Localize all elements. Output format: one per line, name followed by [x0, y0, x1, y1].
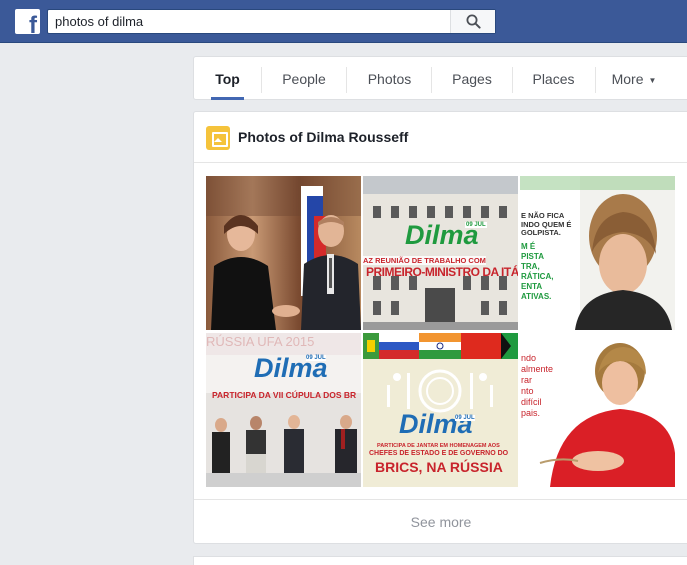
banner-caption: PARTICIPA DA VII CÚPULA DOS BR	[212, 390, 357, 400]
see-more-link[interactable]: See more	[194, 500, 687, 544]
card-header: Photos of Dilma Rousseff	[194, 112, 687, 163]
search-box	[47, 9, 496, 34]
tab-divider	[346, 67, 347, 93]
tab-photos[interactable]: Photos	[360, 57, 419, 100]
caption-line: ndo	[521, 353, 537, 363]
tab-label: Places	[532, 71, 575, 87]
caption-line: ENTA	[521, 282, 543, 291]
caption-line: almente	[521, 364, 554, 374]
caption-line: ATIVAS.	[521, 292, 552, 301]
tab-label: Photos	[367, 71, 412, 87]
photo-caption: RÚSSIA UFA 2015	[206, 334, 315, 349]
caption-line: difícil	[521, 397, 542, 407]
tab-more[interactable]: More ▼	[606, 57, 662, 100]
next-result-card	[193, 556, 687, 565]
tab-divider	[595, 67, 596, 93]
caption-line: TRA,	[521, 262, 540, 271]
tab-top[interactable]: Top	[211, 57, 244, 100]
date-badge: 09 JUL	[455, 415, 475, 421]
photo-thumbnail[interactable]: ndo almente rar nto difícil pais.	[520, 333, 675, 487]
photo-thumbnail[interactable]: RÚSSIA UFA 2015 Dilma 09 JUL PARTICIPA D…	[206, 333, 361, 487]
tab-divider	[261, 67, 262, 93]
photo-thumbnail[interactable]: Dilma 09 JUL PARTICIPA DE JANTAR EM HOME…	[363, 333, 518, 487]
date-badge: 09 JUL	[465, 222, 487, 228]
search-button[interactable]	[450, 10, 495, 33]
photo-caption: E NÃO FICA INDO QUEM É GOLPISTA.	[521, 211, 581, 238]
photo-image	[206, 176, 361, 330]
banner-caption: BRICS, NA RÚSSIA	[375, 459, 503, 475]
caption-line: M É	[521, 242, 536, 251]
tab-label: Top	[215, 71, 240, 87]
photo-grid: Dilma 09 JUL AZ REUNIÃO DE TRABALHO COM …	[206, 176, 676, 487]
caption-line: nto	[521, 386, 534, 396]
caption-line: GOLPISTA.	[521, 228, 561, 237]
tab-label: Pages	[452, 71, 492, 87]
photo-image	[363, 176, 518, 330]
search-icon	[466, 14, 481, 29]
tab-divider	[512, 67, 513, 93]
caption-line: PISTA	[521, 252, 544, 261]
top-bar: f	[0, 0, 687, 43]
photo-caption-green: M É PISTA TRA, RÁTICA, ENTA ATIVAS.	[521, 242, 581, 302]
banner-caption: PARTICIPA DE JANTAR EM HOMENAGEM AOS	[377, 443, 500, 449]
date-badge: 09 JUL	[306, 355, 326, 361]
photo-thumbnail[interactable]: Dilma 09 JUL AZ REUNIÃO DE TRABALHO COM …	[363, 176, 518, 330]
photo-thumbnail[interactable]: E NÃO FICA INDO QUEM É GOLPISTA. M É PIS…	[520, 176, 675, 330]
tab-people[interactable]: People	[274, 57, 334, 100]
dilma-logo-text: Dilma	[399, 409, 473, 439]
caption-line: RÁTICA,	[521, 272, 554, 281]
photos-results-card: Photos of Dilma Rousseff Dilma 09 JUL AZ…	[193, 111, 687, 544]
banner-caption: CHEFES DE ESTADO E DE GOVERNO DO	[369, 450, 509, 457]
photo-caption: ndo almente rar nto difícil pais.	[521, 353, 561, 419]
tab-label: People	[282, 71, 326, 87]
card-title[interactable]: Photos of Dilma Rousseff	[238, 129, 408, 145]
caption-line: pais.	[521, 408, 541, 418]
caret-down-icon: ▼	[648, 76, 657, 85]
photos-icon	[206, 126, 230, 150]
tab-pages[interactable]: Pages	[444, 57, 500, 100]
tab-label: More	[611, 71, 644, 87]
banner-caption: AZ REUNIÃO DE TRABALHO COM	[363, 256, 486, 265]
logo-letter: f	[29, 12, 37, 35]
search-filter-tabs: Top People Photos Pages Places More ▼	[193, 56, 687, 100]
banner-caption: PRIMEIRO-MINISTRO DA ITÁLIA	[366, 265, 518, 279]
photo-thumbnail[interactable]	[206, 176, 361, 330]
caption-line: rar	[521, 375, 532, 385]
tab-places[interactable]: Places	[526, 57, 581, 100]
search-input[interactable]	[48, 10, 450, 33]
facebook-logo[interactable]: f	[15, 9, 40, 34]
tab-divider	[431, 67, 432, 93]
